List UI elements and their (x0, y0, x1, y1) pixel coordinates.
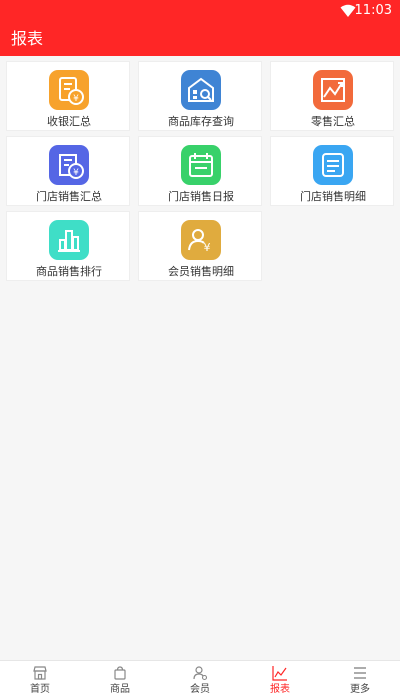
member-sales-icon: ¥ (181, 220, 221, 260)
tile-label: 门店销售汇总 (36, 190, 102, 203)
tile-label: 商品库存查询 (168, 115, 234, 128)
tile-label: 商品销售排行 (36, 265, 102, 278)
store-sales-summary-icon: ¥ (49, 145, 89, 185)
app-bar: 报表 (0, 22, 400, 56)
svg-text:¥: ¥ (73, 168, 79, 178)
status-bar: 11:03 (0, 0, 400, 22)
svg-text:¥: ¥ (73, 94, 79, 104)
tab-label: 更多 (350, 684, 370, 695)
tab-more[interactable]: 更多 (320, 661, 400, 700)
tile-label: 门店销售日报 (168, 190, 234, 203)
tab-home[interactable]: 首页 (0, 661, 80, 700)
tab-label: 首页 (30, 684, 50, 695)
tab-reports[interactable]: 报表 (240, 661, 320, 700)
chart-icon (272, 666, 287, 681)
member-icon (193, 666, 208, 681)
tile-label: 门店销售明细 (300, 190, 366, 203)
tile-store-sales-detail[interactable]: 门店销售明细 (270, 136, 394, 206)
tile-inventory-search[interactable]: 商品库存查询 (138, 61, 262, 131)
tab-label: 报表 (270, 684, 290, 695)
inventory-search-icon (181, 70, 221, 110)
tab-products[interactable]: 商品 (80, 661, 160, 700)
tile-retail-summary[interactable]: 零售汇总 (270, 61, 394, 131)
store-sales-detail-icon (313, 145, 353, 185)
page-title: 报表 (11, 29, 44, 48)
svg-text:¥: ¥ (204, 241, 211, 254)
home-store-icon (33, 666, 47, 680)
product-ranking-icon (49, 220, 89, 260)
tile-cashier-summary[interactable]: ¥ 收银汇总 (6, 61, 130, 131)
tile-product-ranking[interactable]: 商品销售排行 (6, 211, 130, 281)
tile-label: 会员销售明细 (168, 265, 234, 278)
tab-label: 商品 (110, 684, 130, 695)
tile-store-daily-report[interactable]: 门店销售日报 (138, 136, 262, 206)
tab-label: 会员 (190, 684, 210, 695)
status-time: 11:03 (354, 3, 392, 18)
store-daily-report-icon (181, 145, 221, 185)
tile-label: 零售汇总 (311, 115, 355, 128)
bag-icon (114, 666, 126, 680)
bottom-tab-bar: 首页 商品 会员 报表 更多 (0, 660, 400, 700)
tab-members[interactable]: 会员 (160, 661, 240, 700)
cashier-summary-icon: ¥ (49, 70, 89, 110)
tile-store-sales-summary[interactable]: ¥ 门店销售汇总 (6, 136, 130, 206)
tile-label: 收银汇总 (47, 115, 91, 128)
tile-member-sales-detail[interactable]: ¥ 会员销售明细 (138, 211, 262, 281)
menu-icon (354, 667, 366, 679)
retail-trend-icon (313, 70, 353, 110)
